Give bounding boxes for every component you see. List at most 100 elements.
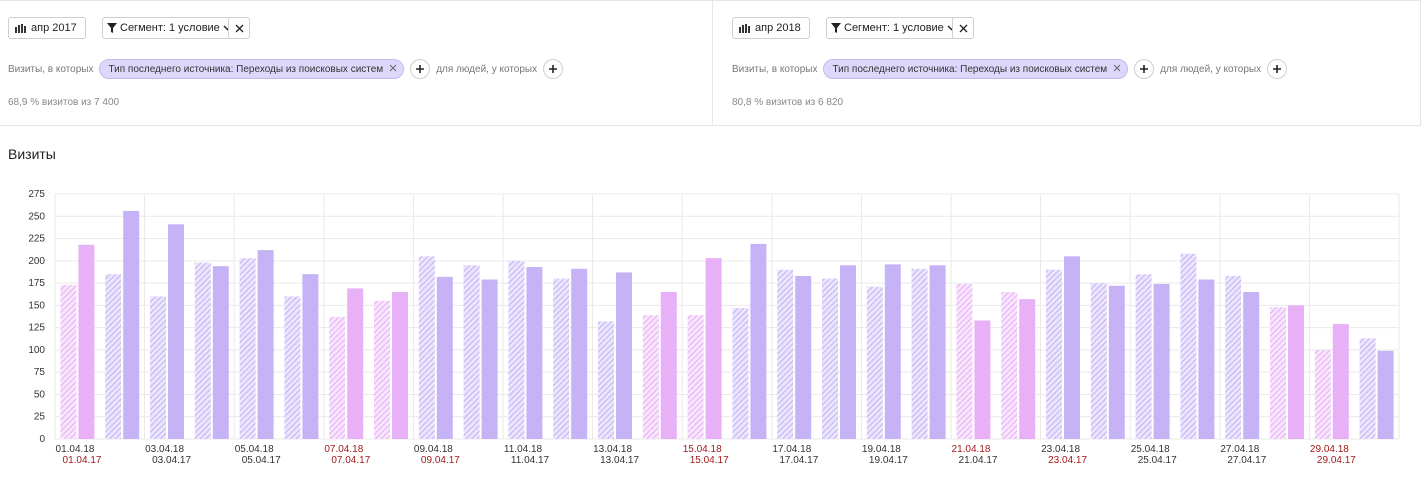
bar-2018-09.04 — [436, 276, 453, 439]
condition-chip[interactable]: Тип последнего источника: Переходы из по… — [823, 59, 1129, 79]
segment-label: Сегмент: 1 условие — [844, 22, 944, 34]
calendar-icon — [739, 23, 750, 33]
chart-title: Визиты — [8, 146, 56, 162]
bar-2017-11.04 — [508, 260, 525, 439]
add-people-condition-button[interactable] — [1267, 59, 1288, 79]
bar-2018-28.04 — [1288, 305, 1304, 439]
x-tick-label-2017: 09.04.17 — [421, 455, 460, 466]
close-icon — [235, 24, 244, 33]
bar-2018-11.04 — [526, 267, 543, 439]
bar-2017-22.04 — [1001, 292, 1018, 439]
y-tick-label: 200 — [28, 256, 45, 267]
bar-2017-12.04 — [553, 278, 570, 439]
x-tick-label-2018: 07.04.18 — [324, 444, 363, 455]
bar-2018-19.04 — [884, 264, 901, 439]
segment-button[interactable]: Сегмент: 1 условие — [102, 17, 239, 39]
bar-2018-16.04 — [750, 243, 767, 439]
y-tick-label: 50 — [34, 389, 46, 400]
x-tick-label-2017: 29.04.17 — [1317, 455, 1356, 466]
bar-2017-03.04 — [150, 296, 166, 439]
y-axis: 0 25 50 75 100 125 150 175 200 225 250 275 — [28, 189, 45, 445]
close-icon[interactable] — [1113, 64, 1121, 75]
bar-2018-02.04 — [123, 210, 140, 439]
x-tick-label-2018: 17.04.18 — [772, 444, 811, 455]
condition-label: Тип последнего источника: Переходы из по… — [108, 63, 384, 75]
bar-2017-24.04 — [1090, 283, 1107, 439]
bar-2017-25.04 — [1135, 274, 1152, 439]
bar-2017-30.04 — [1359, 338, 1376, 439]
add-people-condition-button[interactable] — [543, 59, 564, 79]
bar-2017-28.04 — [1270, 307, 1286, 439]
x-tick-label-2018: 23.04.18 — [1041, 444, 1080, 455]
segment-label: Сегмент: 1 условие — [120, 22, 220, 34]
x-tick-label-2017: 03.04.17 — [152, 455, 191, 466]
segment-button[interactable]: Сегмент: 1 условие — [826, 17, 963, 39]
remove-segment-button[interactable] — [952, 17, 974, 39]
bar-2017-18.04 — [822, 278, 838, 439]
visits-bar-chart: 0 25 50 75 100 125 150 175 200 225 250 275 01.04.18… — [28, 189, 1400, 466]
y-tick-label: 225 — [28, 234, 45, 245]
people-label: для людей, у которых — [1160, 63, 1262, 75]
x-tick-label-2017: 21.04.17 — [959, 455, 998, 466]
bar-2017-19.04 — [866, 286, 883, 439]
segment-stat: 68,9 % визитов из 7 400 — [8, 97, 120, 108]
condition-row: Визиты, в которых Тип последнего источни… — [732, 59, 1288, 79]
x-tick-label-2018: 27.04.18 — [1220, 444, 1259, 455]
x-tick-label-2018: 15.04.18 — [683, 444, 722, 455]
bar-2018-18.04 — [840, 265, 856, 439]
bar-2017-23.04 — [1046, 269, 1062, 439]
condition-chip[interactable]: Тип последнего источника: Переходы из по… — [99, 59, 405, 79]
bar-2018-01.04 — [78, 244, 95, 439]
bar-2017-08.04 — [374, 300, 390, 439]
x-tick-label-2017: 11.04.17 — [511, 455, 550, 466]
bar-2017-14.04 — [642, 315, 659, 439]
x-tick-label-2017: 17.04.17 — [779, 455, 818, 466]
y-tick-label: 25 — [34, 412, 46, 423]
close-icon[interactable] — [389, 64, 397, 75]
period-button[interactable]: апр 2018 — [732, 17, 810, 39]
period-label: апр 2017 — [31, 22, 77, 34]
period-button[interactable]: апр 2017 — [8, 17, 86, 39]
bar-2017-29.04 — [1314, 349, 1331, 439]
x-tick-label-2018: 05.04.18 — [235, 444, 274, 455]
x-tick-label-2017: 13.04.17 — [600, 455, 639, 466]
y-tick-label: 150 — [28, 300, 45, 311]
bar-2018-10.04 — [481, 279, 498, 439]
bar-2018-24.04 — [1108, 285, 1125, 439]
bar-2018-08.04 — [392, 292, 408, 439]
bar-2017-10.04 — [463, 265, 480, 439]
add-condition-button[interactable] — [410, 59, 431, 79]
bar-2017-17.04 — [777, 269, 794, 439]
bar-2017-20.04 — [911, 268, 928, 439]
bar-2018-15.04 — [705, 258, 722, 439]
bar-2017-02.04 — [105, 274, 122, 439]
bar-2018-25.04 — [1153, 283, 1170, 439]
bar-2018-20.04 — [929, 265, 946, 439]
y-tick-label: 0 — [39, 434, 45, 445]
people-label: для людей, у которых — [436, 63, 538, 75]
bar-2017-01.04 — [60, 284, 77, 439]
bar-2017-27.04 — [1225, 275, 1242, 439]
bar-2017-26.04 — [1180, 253, 1197, 439]
filter-icon — [107, 23, 117, 33]
y-tick-label: 100 — [28, 345, 45, 356]
x-axis: 01.04.1801.04.17 03.04.1803.04.17 05.04.18… — [56, 444, 1357, 466]
visits-prefix: Визиты, в которых — [732, 63, 818, 75]
condition-label: Тип последнего источника: Переходы из по… — [832, 63, 1108, 75]
y-tick-label: 275 — [28, 189, 45, 200]
bar-2018-06.04 — [302, 274, 319, 439]
plus-icon — [1273, 65, 1282, 73]
remove-segment-button[interactable] — [228, 17, 250, 39]
x-tick-label-2018: 01.04.18 — [56, 444, 95, 455]
bar-2017-15.04 — [687, 315, 704, 439]
bar-2018-29.04 — [1332, 324, 1349, 439]
condition-row: Визиты, в которых Тип последнего источни… — [8, 59, 564, 79]
y-tick-label: 125 — [28, 323, 45, 334]
bar-2018-13.04 — [616, 272, 632, 439]
add-condition-button[interactable] — [1134, 59, 1155, 79]
segment-stat: 80,8 % визитов из 6 820 — [732, 97, 844, 108]
x-tick-label-2017: 15.04.17 — [690, 455, 729, 466]
bar-2017-06.04 — [284, 296, 301, 439]
bar-2018-04.04 — [212, 266, 229, 439]
x-tick-label-2018: 19.04.18 — [862, 444, 901, 455]
